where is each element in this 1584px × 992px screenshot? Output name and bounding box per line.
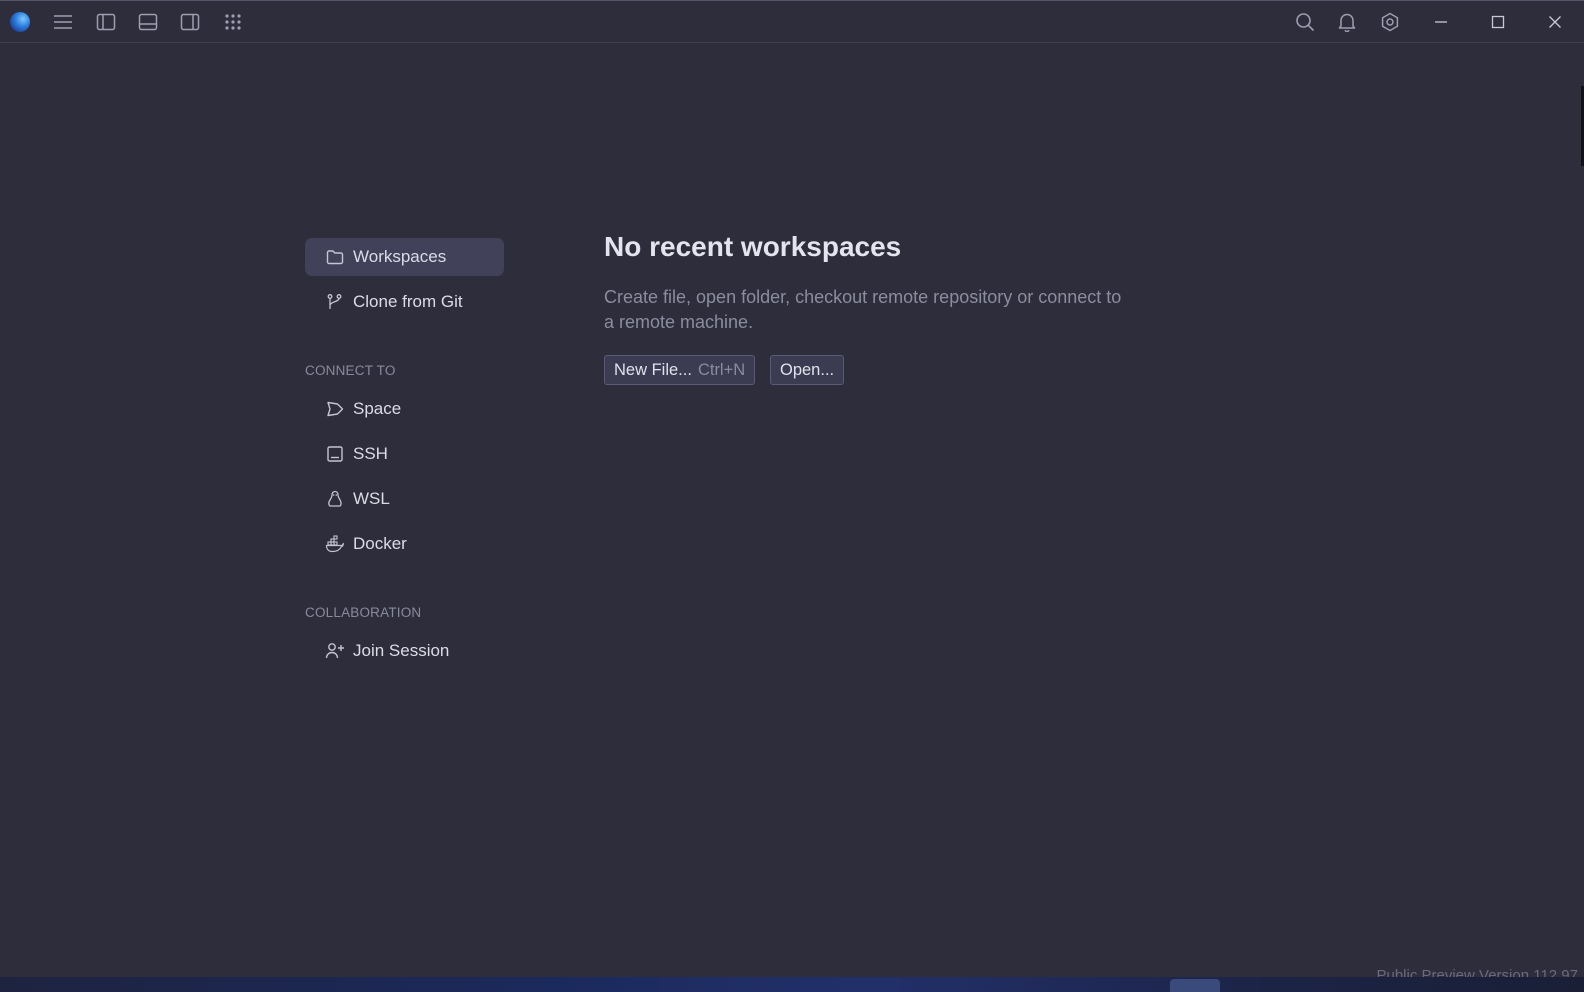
nav-item-clone-from-git[interactable]: Clone from Git (305, 283, 504, 321)
new-file-shortcut: Ctrl+N (697, 360, 746, 379)
open-button[interactable]: Open... (770, 355, 845, 385)
apps-grid-icon[interactable] (220, 9, 246, 35)
nav-item-label: Clone from Git (353, 292, 463, 311)
toggle-right-panel-icon[interactable] (177, 9, 203, 35)
title-bar (0, 1, 1584, 43)
nav-item-wsl[interactable]: WSL (305, 480, 504, 518)
toggle-left-panel-icon[interactable] (93, 9, 119, 35)
toggle-bottom-panel-icon[interactable] (135, 9, 161, 35)
ssh-icon (325, 444, 345, 464)
docker-icon (325, 534, 345, 554)
nav-item-label: SSH (353, 444, 388, 463)
maximize-icon[interactable] (1470, 1, 1526, 43)
nav-item-join-session[interactable]: Join Session (305, 632, 504, 670)
bell-icon[interactable] (1334, 9, 1360, 35)
nav-item-label: WSL (353, 489, 390, 508)
nav-item-label: Workspaces (353, 247, 447, 266)
open-label: Open... (780, 360, 835, 379)
nav-item-ssh[interactable]: SSH (305, 435, 504, 473)
nav-item-label: Space (353, 399, 402, 418)
linux-icon (325, 489, 345, 509)
nav-item-workspaces[interactable]: Workspaces (305, 238, 504, 276)
folder-icon (325, 247, 345, 267)
app-logo-icon[interactable] (10, 12, 30, 32)
os-taskbar (0, 977, 1584, 992)
menu-icon[interactable] (50, 9, 76, 35)
minimize-icon[interactable] (1413, 1, 1469, 43)
taskbar-item[interactable] (1170, 979, 1220, 992)
settings-icon[interactable] (1377, 9, 1403, 35)
new-file-label: New File... (614, 360, 692, 379)
nav-item-space[interactable]: Space (305, 390, 504, 428)
close-icon[interactable] (1527, 1, 1583, 43)
nav-item-label: Join Session (353, 641, 450, 660)
new-file-button[interactable]: New File... Ctrl+N (604, 355, 756, 385)
page-title: No recent workspaces (604, 231, 902, 262)
welcome-description: Create file, open folder, checkout remot… (604, 287, 1122, 332)
section-label-connect-to: CONNECT TO (305, 363, 396, 378)
git-branch-icon (325, 292, 345, 312)
app-window: Workspaces Clone from Git CONNECT TO Spa… (0, 0, 1584, 992)
nav-item-label: Docker (353, 534, 407, 553)
add-user-icon (325, 641, 345, 661)
space-icon (325, 399, 345, 419)
nav-item-docker[interactable]: Docker (305, 525, 504, 563)
section-label-collaboration: COLLABORATION (305, 605, 422, 620)
search-icon[interactable] (1292, 9, 1318, 35)
